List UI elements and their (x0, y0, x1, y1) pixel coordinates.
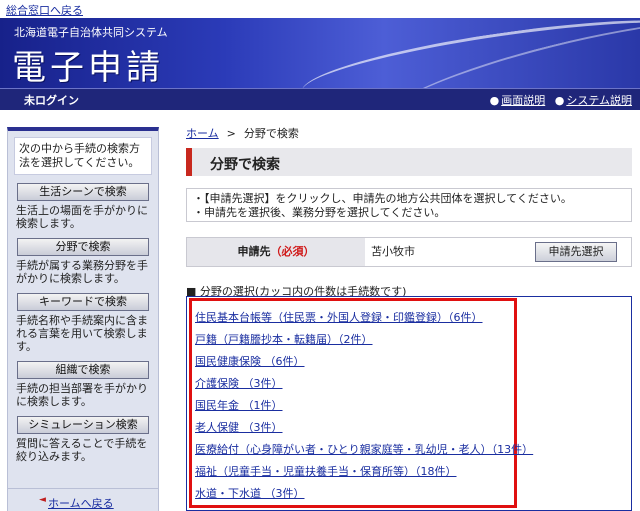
field-link-resident-registry[interactable]: 住民基本台帳等（住民票・外国人登録・印鑑登録）（6件） (195, 311, 515, 333)
page-title: 分野で検索 (210, 157, 280, 173)
help-links: ● 画面説明 ● システム説明 (490, 92, 632, 108)
system-help-link[interactable]: システム説明 (566, 94, 632, 107)
back-to-portal-link[interactable]: 総合窓口へ戻る (6, 2, 83, 18)
field-link-nursing-care-insurance[interactable]: 介護保険 （3件） (195, 377, 515, 399)
field-link-family-register[interactable]: 戸籍（戸籍謄抄本・転籍届）（2件） (195, 333, 515, 355)
breadcrumb-home-link[interactable]: ホーム (186, 127, 219, 140)
sidebar-item-desc: 手続の担当部署を手がかりに検索します。 (16, 382, 148, 408)
sidebar-home-box: ◄ ホームへ戻る (7, 488, 159, 511)
field-list: 住民基本台帳等（住民票・外国人登録・印鑑登録）（6件） 戸籍（戸籍謄抄本・転籍届… (195, 311, 533, 509)
header-subtitle: 北海道電子自治体共同システム (14, 26, 168, 39)
applicant-row: 申請先（必須） 苫小牧市 申請先選択 (186, 237, 632, 267)
field-link-national-pension[interactable]: 国民年金 （1件） (195, 399, 515, 421)
breadcrumb-separator: > (226, 127, 236, 140)
sidebar-item-desc: 生活上の場面を手がかりに検索します。 (16, 204, 148, 230)
notice-line: ・申請先を選択後、業務分野を選択してください。 (193, 206, 446, 219)
field-link-national-health-insurance[interactable]: 国民健康保険 （6件） (195, 355, 515, 377)
sidebar-intro: 次の中から手続の検索方法を選択してください。 (14, 137, 152, 175)
triangle-left-icon: ◄ (39, 495, 46, 505)
status-bar: 未ログイン ● 画面説明 ● システム説明 (0, 88, 640, 110)
header-title: 電子申請 (12, 48, 164, 88)
search-by-field-button[interactable]: 分野で検索 (17, 238, 149, 256)
required-mark: （必須） (270, 245, 315, 258)
screen-help-link[interactable]: 画面説明 (501, 94, 545, 107)
breadcrumb: ホーム > 分野で検索 (186, 125, 299, 141)
search-by-life-scene-button[interactable]: 生活シーンで検索 (17, 183, 149, 201)
instruction-notice: ・【申請先選択】をクリックし、申請先の地方公共団体を選択してください。 ・申請先… (186, 188, 632, 222)
field-link-water-sewer[interactable]: 水道・下水道 （3件） (195, 487, 515, 509)
simulation-search-button[interactable]: シミュレーション検索 (17, 416, 149, 434)
search-by-keyword-button[interactable]: キーワードで検索 (17, 293, 149, 311)
bullet-icon: ● (554, 94, 565, 107)
applicant-label: 申請先（必須） (187, 238, 365, 266)
back-to-home-link[interactable]: ホームへ戻る (48, 495, 114, 511)
notice-line: ・【申請先選択】をクリックし、申請先の地方公共団体を選択してください。 (193, 192, 572, 205)
search-method-sidebar: 次の中から手続の検索方法を選択してください。 生活シーンで検索 生活上の場面を手… (7, 127, 159, 489)
applicant-label-text: 申請先 (237, 245, 271, 258)
field-link-elderly-health[interactable]: 老人保健 （3件） (195, 421, 515, 443)
sidebar-item-desc: 手続が属する業務分野を手がかりに検索します。 (16, 259, 148, 285)
sidebar-item-desc: 手続名称や手続案内に含まれる言葉を用いて検索します。 (16, 314, 148, 353)
search-by-organization-button[interactable]: 組織で検索 (17, 361, 149, 379)
applicant-value: 苫小牧市 (371, 245, 415, 258)
field-link-medical-benefits[interactable]: 医療給付（心身障がい者・ひとり親家庭等・乳幼児・老人）（13件） (195, 443, 533, 465)
field-link-welfare[interactable]: 福祉（児童手当・児童扶養手当・保育所等）（18件） (195, 465, 515, 487)
bullet-icon: ● (489, 94, 500, 107)
top-strip: 総合窓口へ戻る (0, 0, 640, 18)
sidebar-item-desc: 質問に答えることで手続を絞り込みます。 (16, 437, 148, 463)
page-title-bar: 分野で検索 (186, 148, 632, 176)
breadcrumb-current: 分野で検索 (243, 127, 299, 140)
login-status: 未ログイン (24, 94, 79, 107)
header-banner: 北海道電子自治体共同システム 電子申請 (0, 18, 640, 88)
select-applicant-button[interactable]: 申請先選択 (535, 242, 617, 262)
